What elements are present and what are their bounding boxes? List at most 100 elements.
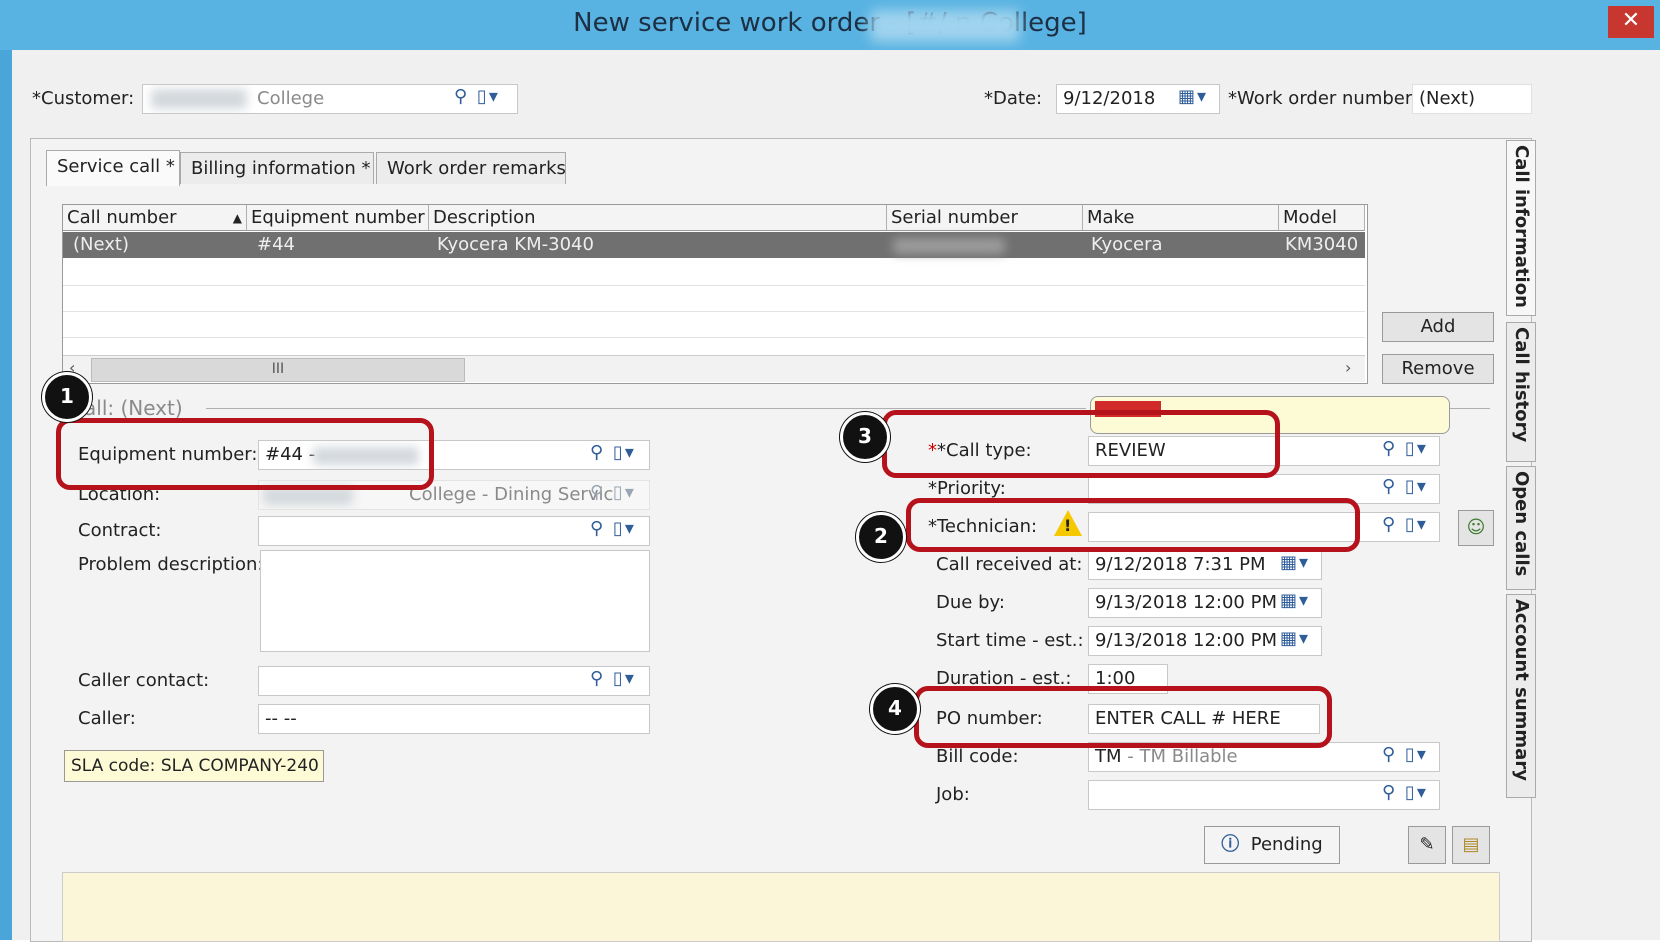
equipment-lookup-icons[interactable]: ⚲ ▯▾ <box>590 442 636 463</box>
customer-lookup-icons[interactable]: ⚲ ▯▾ <box>454 86 500 107</box>
dropdown-menu-icon[interactable]: ▯▾ <box>1405 744 1428 765</box>
tab-service-call[interactable]: Service call * <box>46 150 180 186</box>
assign-technician-icon[interactable]: ☺ <box>1458 510 1494 546</box>
contract-label: Contract: <box>78 520 162 541</box>
cell-description: Kyocera KM-3040 <box>437 234 594 255</box>
work-order-number-value: (Next) <box>1419 88 1475 109</box>
sort-ascending-icon: ▲ <box>232 211 242 225</box>
cell-make: Kyocera <box>1091 234 1163 255</box>
dropdown-menu-icon[interactable]: ▯▾ <box>1405 476 1428 497</box>
pending-button[interactable]: ⓘ Pending <box>1204 826 1340 864</box>
customer-value: College <box>257 88 325 109</box>
call-received-value: 9/12/2018 7:31 PM <box>1095 554 1266 575</box>
priority-lookup-icons[interactable]: ⚲ ▯▾ <box>1382 476 1428 497</box>
work-order-number-field: (Next) <box>1412 84 1532 114</box>
callout-number-3: 3 <box>840 412 890 462</box>
section-divider <box>206 408 1086 409</box>
side-tab-call-history[interactable]: Call history <box>1506 322 1536 462</box>
date-label: *Date: <box>984 88 1043 109</box>
search-icon[interactable]: ⚲ <box>454 86 469 107</box>
info-icon: ⓘ <box>1221 834 1240 855</box>
callout-box-technician <box>906 498 1360 552</box>
search-icon[interactable]: ⚲ <box>590 518 605 539</box>
dropdown-menu-icon[interactable]: ▯▾ <box>477 86 500 107</box>
side-tab-call-information[interactable]: Call information <box>1506 140 1536 316</box>
calendar-dropdown-icon[interactable]: ▦▾ <box>1280 590 1310 611</box>
bill-code-description: - TM Billable <box>1127 746 1238 767</box>
caller-label: Caller: <box>78 708 136 729</box>
scrollbar-thumb[interactable]: III <box>91 358 465 382</box>
search-icon: ⚲ <box>590 482 606 503</box>
pending-label: Pending <box>1250 834 1323 855</box>
due-by-label: Due by: <box>936 592 1005 613</box>
title-bar[interactable]: New service work order - [#/ n College] … <box>0 0 1660 50</box>
problem-description-textarea[interactable] <box>260 550 650 652</box>
call-section-header: all: (Next) <box>84 396 183 420</box>
horizontal-scrollbar[interactable]: ‹ III › <box>63 355 1365 382</box>
table-row[interactable]: (Next) #44 Kyocera KM-3040 Kyocera KM304… <box>63 232 1365 258</box>
job-lookup-icons[interactable]: ⚲ ▯▾ <box>1382 782 1428 803</box>
scroll-right-arrow-icon[interactable]: › <box>1345 358 1351 377</box>
contact-search-icon[interactable]: ⚲ <box>590 668 605 689</box>
column-header-serial-number[interactable]: Serial number <box>887 205 1083 231</box>
job-label: Job: <box>936 784 970 805</box>
search-icon[interactable]: ⚲ <box>1382 744 1397 765</box>
search-icon[interactable]: ⚲ <box>1382 438 1397 459</box>
notes-icon[interactable]: ▤ <box>1452 826 1490 864</box>
location-value: College - Dining Servic <box>409 484 614 505</box>
column-header-description[interactable]: Description <box>429 205 887 231</box>
column-header-call-number[interactable]: Call number ▲ <box>63 205 247 231</box>
caller-field[interactable]: -- -- <box>258 704 650 734</box>
bill-code-lookup-icons[interactable]: ⚲ ▯▾ <box>1382 744 1428 765</box>
dropdown-menu-icon[interactable]: ▯▾ <box>1405 438 1428 459</box>
calendar-dropdown-icon[interactable]: ▦▾ <box>1178 86 1208 107</box>
call-type-lookup-icons[interactable]: ⚲ ▯▾ <box>1382 438 1428 459</box>
search-icon[interactable]: ⚲ <box>590 442 605 463</box>
column-header-equipment-number[interactable]: Equipment number <box>247 205 429 231</box>
callout-number-4: 4 <box>870 684 920 734</box>
technician-lookup-icons[interactable]: ⚲ ▯▾ <box>1382 514 1428 535</box>
dropdown-menu-icon: ▯▾ <box>612 482 636 503</box>
column-header-model[interactable]: Model <box>1279 205 1365 231</box>
search-icon[interactable]: ⚲ <box>1382 514 1397 535</box>
close-button[interactable]: ✕ <box>1608 6 1654 38</box>
due-by-value: 9/13/2018 12:00 PM <box>1095 592 1277 613</box>
side-tab-account-summary[interactable]: Account summary <box>1506 594 1536 798</box>
dropdown-menu-icon[interactable]: ▯▾ <box>1405 514 1428 535</box>
search-icon[interactable]: ⚲ <box>1382 476 1397 497</box>
caller-contact-lookup-icons[interactable]: ⚲ ▯▾ <box>590 668 636 689</box>
callout-box-equipment <box>56 418 434 490</box>
window-title: New service work order - [#/ n College] <box>573 8 1087 38</box>
calendar-dropdown-icon[interactable]: ▦▾ <box>1280 552 1310 573</box>
column-header-make[interactable]: Make <box>1083 205 1279 231</box>
add-button[interactable]: Add <box>1382 312 1494 342</box>
side-tab-open-calls[interactable]: Open calls <box>1506 466 1536 590</box>
section-divider <box>1450 408 1490 409</box>
bill-code-label: Bill code: <box>936 746 1019 767</box>
dropdown-menu-icon[interactable]: ▯▾ <box>613 442 636 463</box>
callout-number-1: 1 <box>42 372 92 422</box>
search-icon[interactable]: ⚲ <box>1382 782 1397 803</box>
remove-button[interactable]: Remove <box>1382 354 1494 384</box>
dropdown-menu-icon[interactable]: ▯▾ <box>613 668 636 689</box>
attachment-icon[interactable]: ✎ <box>1408 826 1446 864</box>
problem-description-label: Problem description: <box>78 554 264 575</box>
service-call-grid[interactable]: Call number ▲ Equipment number Descriptio… <box>62 204 1368 384</box>
date-value: 9/12/2018 <box>1063 88 1156 109</box>
dropdown-menu-icon[interactable]: ▯▾ <box>1405 782 1428 803</box>
work-order-number-label: *Work order number: <box>1228 88 1419 109</box>
priority-label: *Priority: <box>928 478 1006 499</box>
dropdown-menu-icon[interactable]: ▯▾ <box>613 518 636 539</box>
grid-row-divider <box>63 311 1365 312</box>
tab-work-order-remarks[interactable]: Work order remarks <box>376 152 566 184</box>
callout-box-po-number <box>914 686 1332 748</box>
sla-code-badge: SLA code: SLA COMPANY-240 <box>64 750 324 782</box>
caller-value: -- -- <box>265 708 297 729</box>
customer-label: *Customer: <box>32 88 135 109</box>
grid-row-divider <box>63 285 1365 286</box>
tab-billing-information[interactable]: Billing information * <box>180 152 374 184</box>
callout-box-call-type <box>882 410 1280 478</box>
contract-lookup-icons[interactable]: ⚲ ▯▾ <box>590 518 636 539</box>
calendar-dropdown-icon[interactable]: ▦▾ <box>1280 628 1310 649</box>
redacted-customer-text <box>151 89 247 109</box>
